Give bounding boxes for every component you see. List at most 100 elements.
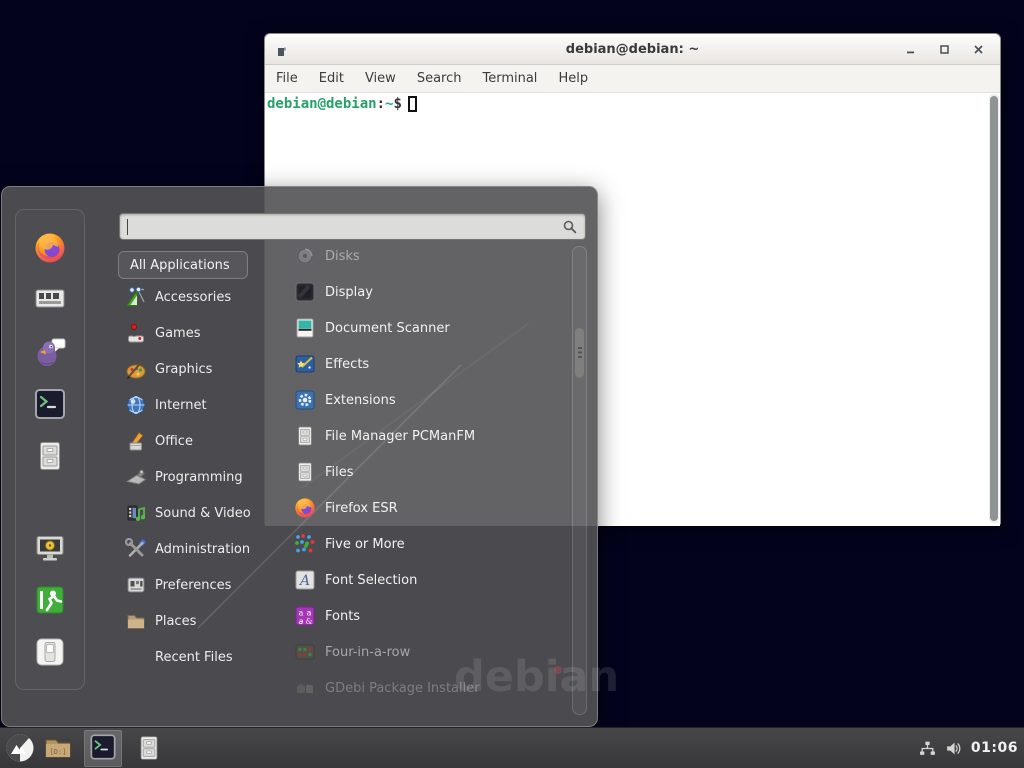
category-item-office[interactable]: Office — [118, 423, 280, 459]
terminal-scrollbar-thumb[interactable] — [990, 96, 998, 521]
app-item-files[interactable]: Files — [281, 454, 569, 490]
taskbar: 01:06 [D:] — [0, 727, 1024, 768]
maximize-button[interactable] — [939, 44, 950, 55]
menubar-item-search[interactable]: Search — [417, 71, 462, 86]
category-item-recent-files[interactable]: Recent Files — [118, 639, 280, 675]
search-box — [119, 213, 586, 240]
network-icon[interactable] — [919, 740, 936, 757]
terminal-menubar: File Edit View Search Terminal Help — [265, 65, 1000, 93]
app-item-fonts[interactable]: aaa& Fonts — [281, 598, 569, 634]
prompt-user-host: debian@debian — [267, 96, 377, 112]
applications-menu: debian All Applications Accessories Game… — [1, 186, 598, 727]
accessories-icon — [125, 286, 147, 308]
places-icon — [125, 610, 147, 632]
taskbar-launcher-files[interactable] — [133, 733, 165, 765]
font-selection-icon: A — [293, 568, 317, 592]
taskbar-launcher-file-manager[interactable]: [D:] — [42, 733, 74, 765]
category-item-administration[interactable]: Administration — [118, 531, 280, 567]
category-item-accessories[interactable]: Accessories — [118, 279, 280, 315]
category-item-preferences[interactable]: Preferences — [118, 567, 280, 603]
extensions-icon — [293, 388, 317, 412]
favorite-control-center[interactable] — [32, 281, 68, 317]
app-item-four-in-a-row[interactable]: Four-in-a-row — [281, 634, 569, 670]
window-title: debian@debian: ~ — [265, 42, 1000, 57]
app-item-extensions[interactable]: Extensions — [281, 382, 569, 418]
search-input[interactable] — [120, 218, 562, 235]
five-or-more-icon — [293, 532, 317, 556]
app-item-display[interactable]: Display — [281, 274, 569, 310]
terminal-scrollbar[interactable] — [989, 94, 999, 523]
app-item-gdebi-package-installer[interactable]: GDebi Package Installer — [281, 670, 569, 706]
internet-icon — [125, 394, 147, 416]
system-tray: 01:06 — [919, 728, 1018, 768]
folder-icon: [D:] — [43, 733, 73, 766]
category-item-games[interactable]: Games — [118, 315, 280, 351]
firefox-icon — [32, 230, 68, 266]
volume-icon[interactable] — [945, 740, 962, 757]
shutdown-icon — [32, 634, 68, 670]
app-item-five-or-more[interactable]: Five or More — [281, 526, 569, 562]
category-item-programming[interactable]: Programming — [118, 459, 280, 495]
application-list-scrollbar-thumb[interactable] — [574, 327, 585, 379]
terminal-icon — [88, 732, 118, 765]
terminal-titlebar[interactable]: debian@debian: ~ — [265, 34, 1000, 65]
display-icon — [293, 280, 317, 304]
games-icon — [125, 322, 147, 344]
application-list-scrollbar[interactable] — [572, 246, 587, 715]
favorite-file-manager[interactable] — [32, 438, 68, 474]
favorite-firefox[interactable] — [32, 230, 68, 266]
favorite-pidgin[interactable] — [32, 334, 68, 370]
graphics-icon — [125, 358, 147, 380]
app-item-document-scanner[interactable]: Document Scanner — [281, 310, 569, 346]
svg-text:A: A — [298, 573, 310, 589]
app-item-disks[interactable]: Disks — [281, 238, 569, 274]
category-item-all-applications[interactable]: All Applications — [118, 251, 248, 279]
menubar-item-file[interactable]: File — [276, 71, 298, 86]
menu-logo-icon — [5, 733, 35, 766]
taskbar-launcher-terminal[interactable] — [84, 730, 122, 767]
file-cabinet-icon — [32, 438, 68, 474]
svg-text:&: & — [305, 617, 312, 626]
favorite-log-out[interactable] — [32, 582, 68, 618]
app-item-firefox-esr[interactable]: Firefox ESR — [281, 490, 569, 526]
preferences-icon — [125, 574, 147, 596]
favorite-terminal[interactable] — [32, 386, 68, 422]
terminal-prompt: debian@debian:~$ — [267, 96, 417, 112]
taskbar-launcher-menu[interactable] — [4, 733, 36, 765]
clock[interactable]: 01:06 — [971, 740, 1018, 756]
category-item-internet[interactable]: Internet — [118, 387, 280, 423]
menubar-item-edit[interactable]: Edit — [319, 71, 344, 86]
desktop: { "terminal_window": { "title": "debian@… — [0, 0, 1024, 768]
favorite-lock-screen[interactable] — [32, 530, 68, 566]
minimize-button[interactable] — [905, 44, 916, 55]
favorite-shutdown[interactable] — [32, 634, 68, 670]
category-item-sound-video[interactable]: Sound & Video — [118, 495, 280, 531]
svg-text:a: a — [299, 617, 304, 626]
gdebi-icon — [293, 676, 317, 700]
svg-text:[D:]: [D:] — [50, 748, 67, 756]
menubar-item-terminal[interactable]: Terminal — [482, 71, 537, 86]
app-item-file-manager-pcmanfm[interactable]: File Manager PCManFM — [281, 418, 569, 454]
control-center-icon — [32, 281, 68, 317]
effects-icon — [293, 352, 317, 376]
lock-screen-icon — [32, 530, 68, 566]
terminal-cursor — [408, 96, 417, 112]
menubar-item-view[interactable]: View — [365, 71, 396, 86]
prompt-path: ~ — [385, 96, 393, 112]
terminal-icon — [32, 386, 68, 422]
menubar-item-help[interactable]: Help — [558, 71, 588, 86]
four-in-a-row-icon — [293, 640, 317, 664]
category-item-graphics[interactable]: Graphics — [118, 351, 280, 387]
file-cabinet-icon — [134, 733, 164, 766]
close-button[interactable] — [973, 44, 984, 55]
prompt-separator: : — [377, 96, 385, 112]
administration-icon — [125, 538, 147, 560]
firefox-icon — [293, 496, 317, 520]
app-item-effects[interactable]: Effects — [281, 346, 569, 382]
programming-icon — [125, 466, 147, 488]
app-item-font-selection[interactable]: A Font Selection — [281, 562, 569, 598]
category-item-places[interactable]: Places — [118, 603, 280, 639]
office-icon — [125, 430, 147, 452]
file-cabinet-icon — [293, 460, 317, 484]
disks-icon — [293, 244, 317, 268]
